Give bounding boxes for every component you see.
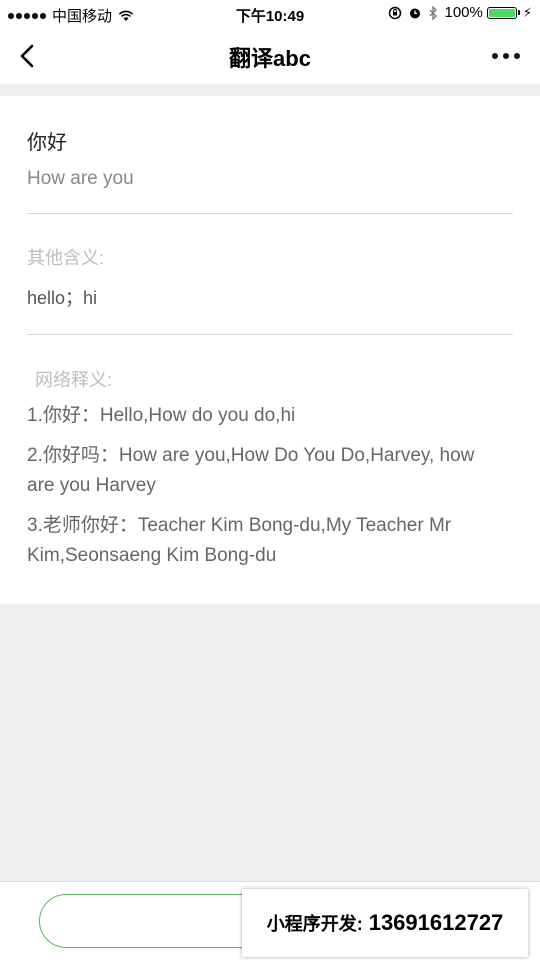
web-meanings-label: 网络释义: <box>35 370 113 390</box>
status-bar: 中国移动 下午10:49 100% ⚡︎ <box>0 0 540 28</box>
status-right: 100% ⚡︎ <box>382 4 532 21</box>
alarm-icon <box>410 8 421 18</box>
other-meanings: hello；hi <box>27 288 98 308</box>
battery-tip <box>517 10 520 15</box>
battery-percent: 100% <box>444 4 483 21</box>
contact-watermark: 小程序开发: 13691612727 <box>242 889 528 957</box>
nav-bar: 翻译abc <box>0 28 540 84</box>
source-word: 你好 <box>27 132 67 154</box>
more-dots-icon[interactable] <box>487 53 520 59</box>
list-item: 1.你好：Hello,How do you do,hi <box>27 405 296 426</box>
battery-level <box>488 8 515 17</box>
watermark-phone: 13691612727 <box>368 910 504 935</box>
translation-card: 你好 How are you 其他含义: hello；hi 网络释义: 1.你好… <box>0 96 540 604</box>
bluetooth-icon <box>430 5 438 20</box>
charging-icon: ⚡︎ <box>522 4 532 20</box>
page-title: 翻译abc <box>229 46 311 71</box>
divider <box>27 213 513 214</box>
divider <box>27 334 513 335</box>
web-meanings-list: 1.你好：Hello,How do you do,hi 2.你好吗：How ar… <box>27 401 507 581</box>
translation-text: How are you <box>27 168 134 189</box>
watermark-label: 小程序开发: <box>266 914 363 934</box>
battery-icon <box>486 6 517 19</box>
rotation-lock-icon <box>389 6 402 19</box>
other-meanings-label: 其他含义: <box>27 248 105 268</box>
list-item: 3.老师你好：Teacher Kim Bong-du,My Teacher Mr… <box>27 515 452 566</box>
list-item: 2.你好吗：How are you,How Do You Do,Harvey, … <box>27 445 475 496</box>
